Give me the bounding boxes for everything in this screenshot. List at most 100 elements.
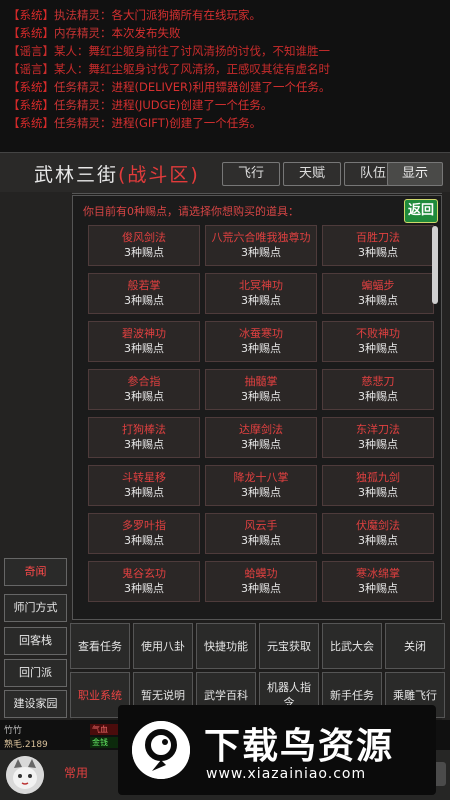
fame-value: 熟毛.2189 <box>4 740 48 750</box>
item-name: 降龙十八掌 <box>233 471 289 484</box>
shop-item[interactable]: 冰蚕寒功 3种赐点 <box>205 321 317 362</box>
bird-logo-icon <box>132 721 190 779</box>
action-button[interactable]: 快捷功能 <box>196 623 256 669</box>
side-button[interactable]: 师门方式 <box>4 594 67 622</box>
shop-item[interactable]: 蝙蝠步 3种赐点 <box>322 273 434 314</box>
item-name: 冰蚕寒功 <box>239 327 283 340</box>
action-button[interactable]: 关闭 <box>385 623 445 669</box>
item-price: 3种赐点 <box>241 438 281 451</box>
chat-channel: 【谣言】 <box>8 44 54 58</box>
item-price: 3种赐点 <box>241 294 281 307</box>
common-label[interactable]: 常用 <box>64 764 88 781</box>
display-button[interactable]: 显示 <box>387 162 443 186</box>
side-button[interactable]: 建设家园 <box>4 690 67 718</box>
item-price: 3种赐点 <box>358 582 398 595</box>
chat-channel: 【系统】 <box>8 8 54 22</box>
side-button[interactable]: 奇闻 <box>4 558 67 586</box>
side-button[interactable]: 回客栈 <box>4 627 67 655</box>
chat-message: 舞红尘躯身前往了讨风清扬的讨伐，不知谁胜一 <box>88 44 331 58</box>
item-price: 3种赐点 <box>358 438 398 451</box>
shop-item[interactable]: 百胜刀法 3种赐点 <box>322 225 434 266</box>
shop-item[interactable]: 慈悲刀 3种赐点 <box>322 369 434 410</box>
shop-item[interactable]: 伏魔剑法 3种赐点 <box>322 513 434 554</box>
shop-item[interactable]: 达摩剑法 3种赐点 <box>205 417 317 458</box>
chat-line: 【系统】任务精灵：进程(JUDGE)创建了一个任务。 <box>8 96 444 114</box>
item-price: 3种赐点 <box>241 486 281 499</box>
shop-item[interactable]: 般若掌 3种赐点 <box>88 273 200 314</box>
fly-button[interactable]: 飞行 <box>222 162 280 186</box>
item-name: 斗转星移 <box>122 471 166 484</box>
item-price: 3种赐点 <box>358 342 398 355</box>
shop-item[interactable]: 风云手 3种赐点 <box>205 513 317 554</box>
shop-item[interactable]: 寒冰绵掌 3种赐点 <box>322 561 434 602</box>
chat-line: 【谣言】某人：舞红尘躯身讨伐了风清扬，正感叹其徒有虚名时 <box>8 60 444 78</box>
item-price: 3种赐点 <box>124 438 164 451</box>
action-button[interactable]: 查看任务 <box>70 623 130 669</box>
chat-channel: 【系统】 <box>8 98 54 112</box>
shop-item[interactable]: 蛤蟆功 3种赐点 <box>205 561 317 602</box>
item-name: 八荒六合唯我独尊功 <box>211 231 311 244</box>
chat-message: 本次发布失败 <box>111 26 181 40</box>
shop-item[interactable]: 北冥神功 3种赐点 <box>205 273 317 314</box>
item-price: 3种赐点 <box>358 534 398 547</box>
item-price: 3种赐点 <box>124 342 164 355</box>
item-price: 3种赐点 <box>241 534 281 547</box>
cat-icon <box>6 756 44 794</box>
watermark: 下载鸟资源 www.xiazainiao.com <box>118 705 436 795</box>
scrollbar[interactable] <box>432 226 438 304</box>
shop-panel: 你目前有0种赐点，请选择你想购买的道具： 返回 俊风剑法 3种赐点 八荒六合唯我独尊… <box>72 195 442 620</box>
shop-item[interactable]: 抽髓掌 3种赐点 <box>205 369 317 410</box>
action-button[interactable]: 元宝获取 <box>259 623 319 669</box>
shop-item[interactable]: 鬼谷玄功 3种赐点 <box>88 561 200 602</box>
shop-item[interactable]: 参合指 3种赐点 <box>88 369 200 410</box>
shop-item[interactable]: 俊风剑法 3种赐点 <box>88 225 200 266</box>
shop-item[interactable]: 多罗叶指 3种赐点 <box>88 513 200 554</box>
item-name: 东洋刀法 <box>356 423 400 436</box>
item-name: 参合指 <box>127 375 161 388</box>
back-button[interactable]: 返回 <box>404 199 438 223</box>
action-button[interactable]: 使用八卦 <box>133 623 193 669</box>
chat-speaker: 任务精灵： <box>54 116 112 130</box>
item-price: 3种赐点 <box>124 582 164 595</box>
talent-button[interactable]: 天赋 <box>283 162 341 186</box>
item-name: 达摩剑法 <box>239 423 283 436</box>
shop-item[interactable]: 斗转星移 3种赐点 <box>88 465 200 506</box>
item-price: 3种赐点 <box>241 390 281 403</box>
player-name: 竹竹 <box>4 726 23 736</box>
item-price: 3种赐点 <box>358 486 398 499</box>
header-bar: 武林三街(战斗区) 飞行 天赋 队伍 显示 <box>0 152 450 194</box>
chat-speaker: 任务精灵： <box>54 80 112 94</box>
shop-item[interactable]: 东洋刀法 3种赐点 <box>322 417 434 458</box>
item-name: 风云手 <box>244 519 278 532</box>
chat-speaker: 内存精灵： <box>54 26 112 40</box>
item-name: 般若掌 <box>127 279 161 292</box>
watermark-url: www.xiazainiao.com <box>206 766 367 782</box>
item-name: 伏魔剑法 <box>356 519 400 532</box>
side-button[interactable]: 回门派 <box>4 659 67 687</box>
item-name: 鬼谷玄功 <box>122 567 166 580</box>
chat-speaker: 执法精灵： <box>54 8 112 22</box>
shop-item[interactable]: 降龙十八掌 3种赐点 <box>205 465 317 506</box>
shop-item[interactable]: 不败神功 3种赐点 <box>322 321 434 362</box>
item-name: 蛤蟆功 <box>244 567 278 580</box>
item-name: 独孤九剑 <box>356 471 400 484</box>
chat-message: 各大门派狗摘所有在线玩家。 <box>111 8 262 22</box>
chat-line: 【系统】任务精灵：进程(GIFT)创建了一个任务。 <box>8 114 444 132</box>
chat-channel: 【系统】 <box>8 26 54 40</box>
shop-item[interactable]: 碧波神功 3种赐点 <box>88 321 200 362</box>
chat-channel: 【谣言】 <box>8 62 54 76</box>
avatar[interactable] <box>6 756 44 794</box>
item-price: 3种赐点 <box>124 534 164 547</box>
item-name: 打狗棒法 <box>122 423 166 436</box>
item-price: 3种赐点 <box>241 246 281 259</box>
item-price: 3种赐点 <box>124 390 164 403</box>
action-button[interactable]: 比武大会 <box>322 623 382 669</box>
shop-item[interactable]: 独孤九剑 3种赐点 <box>322 465 434 506</box>
shop-item[interactable]: 八荒六合唯我独尊功 3种赐点 <box>205 225 317 266</box>
chat-line: 【系统】任务精灵：进程(DELIVER)利用镖器创建了一个任务。 <box>8 78 444 96</box>
shop-item[interactable]: 打狗棒法 3种赐点 <box>88 417 200 458</box>
chat-message: 舞红尘躯身讨伐了风清扬，正感叹其徒有虚名时 <box>88 62 331 76</box>
item-price: 3种赐点 <box>358 246 398 259</box>
item-price: 3种赐点 <box>358 294 398 307</box>
chat-line: 【谣言】某人：舞红尘躯身前往了讨风清扬的讨伐，不知谁胜一 <box>8 42 444 60</box>
